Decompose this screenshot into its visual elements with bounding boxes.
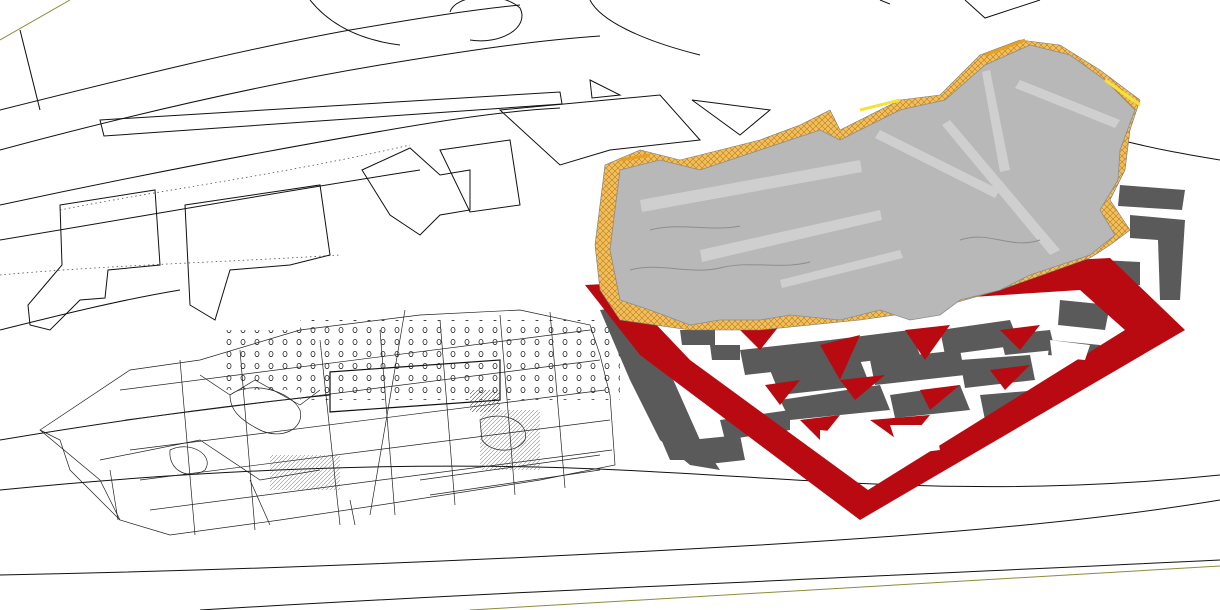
site-model-drawing (0, 0, 1220, 610)
campus-plan-linework (39, 309, 620, 536)
site-model-viewport[interactable] (0, 0, 1220, 610)
